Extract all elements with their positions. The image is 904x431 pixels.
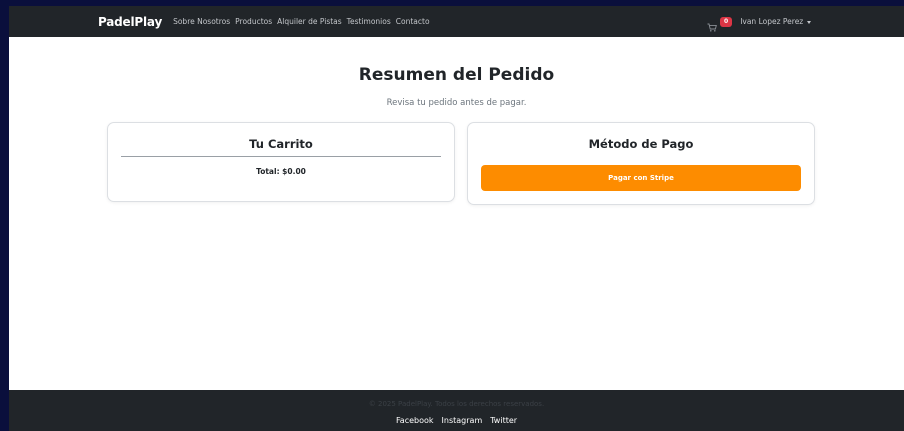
browser-viewport: PadelPlay Sobre Nosotros Productos Alqui… [9,6,904,431]
page-subtitle: Revisa tu pedido antes de pagar. [386,98,527,108]
cart-divider [121,156,441,157]
user-name-label: Ivan Lopez Perez [740,17,804,26]
nav-link-contacto[interactable]: Contacto [396,17,430,26]
payment-card-title: Método de Pago [588,137,694,151]
cart-total: Total: $0.00 [256,167,306,176]
nav-link-productos[interactable]: Productos [235,17,272,26]
nav-links: Sobre Nosotros Productos Alquiler de Pis… [173,17,429,26]
cart-count-badge: 0 [720,16,733,27]
footer-link-twitter[interactable]: Twitter [490,416,517,425]
brand-logo[interactable]: PadelPlay [98,15,162,29]
navbar: PadelPlay Sobre Nosotros Productos Alqui… [9,6,904,37]
footer-copyright: © 2025 PadelPlay. Todos los derechos res… [368,400,545,408]
nav-link-testimonios[interactable]: Testimonios [347,17,391,26]
nav-right: 0 Ivan Lopez Perez [707,6,812,37]
footer-link-instagram[interactable]: Instagram [442,416,483,425]
pay-with-stripe-button[interactable]: Pagar con Stripe [481,165,801,191]
cart-icon[interactable] [707,17,717,32]
footer-link-facebook[interactable]: Facebook [396,416,434,425]
footer-links: Facebook Instagram Twitter [9,416,904,425]
cart-card-title: Tu Carrito [249,137,313,151]
chevron-down-icon [807,20,812,24]
footer: © 2025 PadelPlay. Todos los derechos res… [9,390,904,431]
payment-card: Método de Pago Pagar con Stripe [467,122,815,205]
cart-card: Tu Carrito Total: $0.00 [107,122,455,202]
user-menu-toggle[interactable]: Ivan Lopez Perez [740,17,812,26]
nav-link-alquiler-de-pistas[interactable]: Alquiler de Pistas [277,17,342,26]
page-title: Resumen del Pedido [358,65,555,85]
nav-link-sobre-nosotros[interactable]: Sobre Nosotros [173,17,230,26]
